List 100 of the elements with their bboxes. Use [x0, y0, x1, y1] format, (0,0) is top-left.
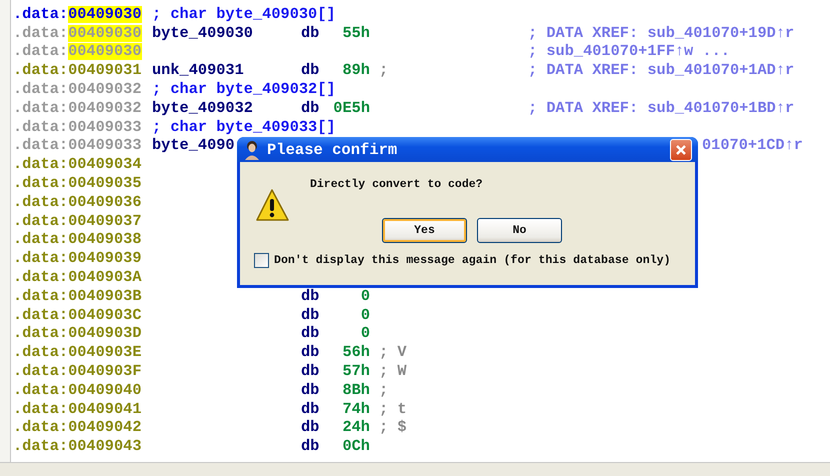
- dialog-message: Directly convert to code?: [310, 178, 483, 191]
- operand: 56h: [342, 343, 370, 362]
- address: 0040903F: [68, 363, 142, 380]
- segment-prefix: .data:: [13, 400, 68, 418]
- address: 00409039: [68, 250, 142, 268]
- xref-comment: ; sub_401070+1FF↑w ...: [528, 43, 730, 60]
- dialog-button[interactable]: No: [477, 218, 562, 243]
- address: 00409038: [68, 231, 142, 248]
- segment-prefix: .data:: [13, 269, 68, 286]
- dialog-button[interactable]: Yes: [382, 218, 467, 243]
- operand: 0: [360, 286, 370, 305]
- address: 00409035: [68, 175, 142, 192]
- directive: db: [301, 418, 320, 436]
- directive: db: [301, 24, 320, 42]
- address: 00409030: [68, 24, 142, 42]
- address: 00409036: [68, 194, 142, 211]
- address: 00409033: [68, 118, 142, 136]
- operand: 74h: [342, 400, 370, 418]
- segment-prefix: .data:: [13, 325, 68, 342]
- operand: 24h: [342, 418, 370, 436]
- segment-prefix: .data:: [13, 43, 68, 60]
- segment-prefix: .data:: [13, 212, 68, 230]
- directive: db: [301, 362, 320, 380]
- directive: db: [301, 61, 320, 80]
- address: 0040903E: [68, 344, 142, 362]
- address: 0040903D: [68, 325, 142, 342]
- label-name: byte_409030: [152, 24, 253, 42]
- address: 0040903C: [68, 306, 142, 324]
- address: 00409030: [68, 6, 142, 23]
- code-comment: ; t: [379, 400, 407, 418]
- segment-prefix: .data:: [13, 231, 68, 248]
- label-name: byte_409032: [152, 98, 253, 117]
- address: 00409032: [68, 100, 142, 117]
- address: 00409030: [68, 43, 142, 60]
- address: 00409034: [68, 156, 142, 174]
- person-icon: [243, 140, 261, 160]
- address: 00409043: [68, 438, 142, 456]
- address: 0040903A: [68, 269, 142, 286]
- segment-prefix: .data:: [13, 24, 68, 42]
- label-name: unk_409031: [152, 61, 244, 80]
- code-comment: ; W: [379, 363, 407, 380]
- segment-prefix: .data:: [13, 382, 68, 399]
- directive: db: [301, 306, 320, 324]
- operand: 0E5h: [333, 98, 370, 117]
- segment-prefix: .data:: [13, 118, 68, 136]
- segment-prefix: .data:: [13, 344, 68, 362]
- operand: 89h: [342, 61, 370, 80]
- code-comment: ; V: [379, 344, 407, 362]
- directive: db: [301, 400, 320, 418]
- segment-prefix: .data:: [13, 250, 68, 268]
- operand: 8Bh: [342, 380, 370, 399]
- code-comment: ;: [379, 382, 388, 399]
- code-comment: ;: [379, 62, 388, 80]
- directive: db: [301, 343, 320, 362]
- operand: 0Ch: [342, 437, 370, 456]
- segment-prefix: .data:: [13, 62, 68, 80]
- xref-comment: ; DATA XREF: sub_401070+1AD↑r: [528, 62, 794, 80]
- segment-prefix: .data:: [13, 306, 68, 324]
- directive: db: [301, 286, 320, 305]
- segment-prefix: .data:: [13, 6, 68, 23]
- close-icon: [675, 144, 687, 156]
- close-button[interactable]: [670, 138, 692, 160]
- directive: db: [301, 98, 320, 117]
- checkbox-label: Don't display this message again (for this database only): [274, 254, 671, 267]
- address: 00409041: [68, 400, 142, 418]
- address: 0040903B: [68, 288, 142, 305]
- xref-comment: ; DATA XREF: sub_401070+1BD↑r: [528, 100, 794, 117]
- segment-prefix: .data:: [13, 363, 68, 380]
- segment-prefix: .data:: [13, 288, 68, 305]
- segment-prefix: .data:: [13, 81, 68, 98]
- segment-prefix: .data:: [13, 137, 68, 154]
- segment-prefix: .data:: [13, 156, 68, 174]
- segment-prefix: .data:: [13, 419, 68, 436]
- operand: 57h: [342, 362, 370, 380]
- directive: db: [301, 380, 320, 399]
- address: 00409033: [68, 137, 142, 154]
- xref-comment: 01070+1CD↑r: [702, 137, 803, 154]
- address: 00409042: [68, 419, 142, 436]
- code-comment: ; char byte_409033[]: [152, 118, 337, 136]
- warning-icon: [254, 188, 290, 224]
- operand: 0: [360, 324, 370, 342]
- directive: db: [301, 437, 320, 456]
- code-comment: ; char byte_409032[]: [152, 81, 337, 98]
- segment-prefix: .data:: [13, 175, 68, 192]
- checkbox[interactable]: [254, 253, 269, 268]
- address: 00409037: [68, 212, 142, 230]
- operand: 55h: [342, 24, 370, 42]
- operand: 0: [360, 306, 370, 324]
- window-title: Please confirm: [267, 140, 398, 158]
- segment-prefix: .data:: [13, 194, 68, 211]
- address: 00409032: [68, 81, 142, 98]
- code-comment: ; $: [379, 419, 407, 436]
- segment-prefix: .data:: [13, 100, 68, 117]
- xref-comment: ; DATA XREF: sub_401070+19D↑r: [528, 24, 794, 42]
- address: 00409040: [68, 382, 142, 399]
- label-name: byte_4090: [152, 136, 235, 154]
- segment-prefix: .data:: [13, 438, 68, 456]
- address: 00409031: [68, 62, 142, 80]
- directive: db: [301, 324, 320, 342]
- code-comment: ; char byte_409030[]: [152, 6, 337, 23]
